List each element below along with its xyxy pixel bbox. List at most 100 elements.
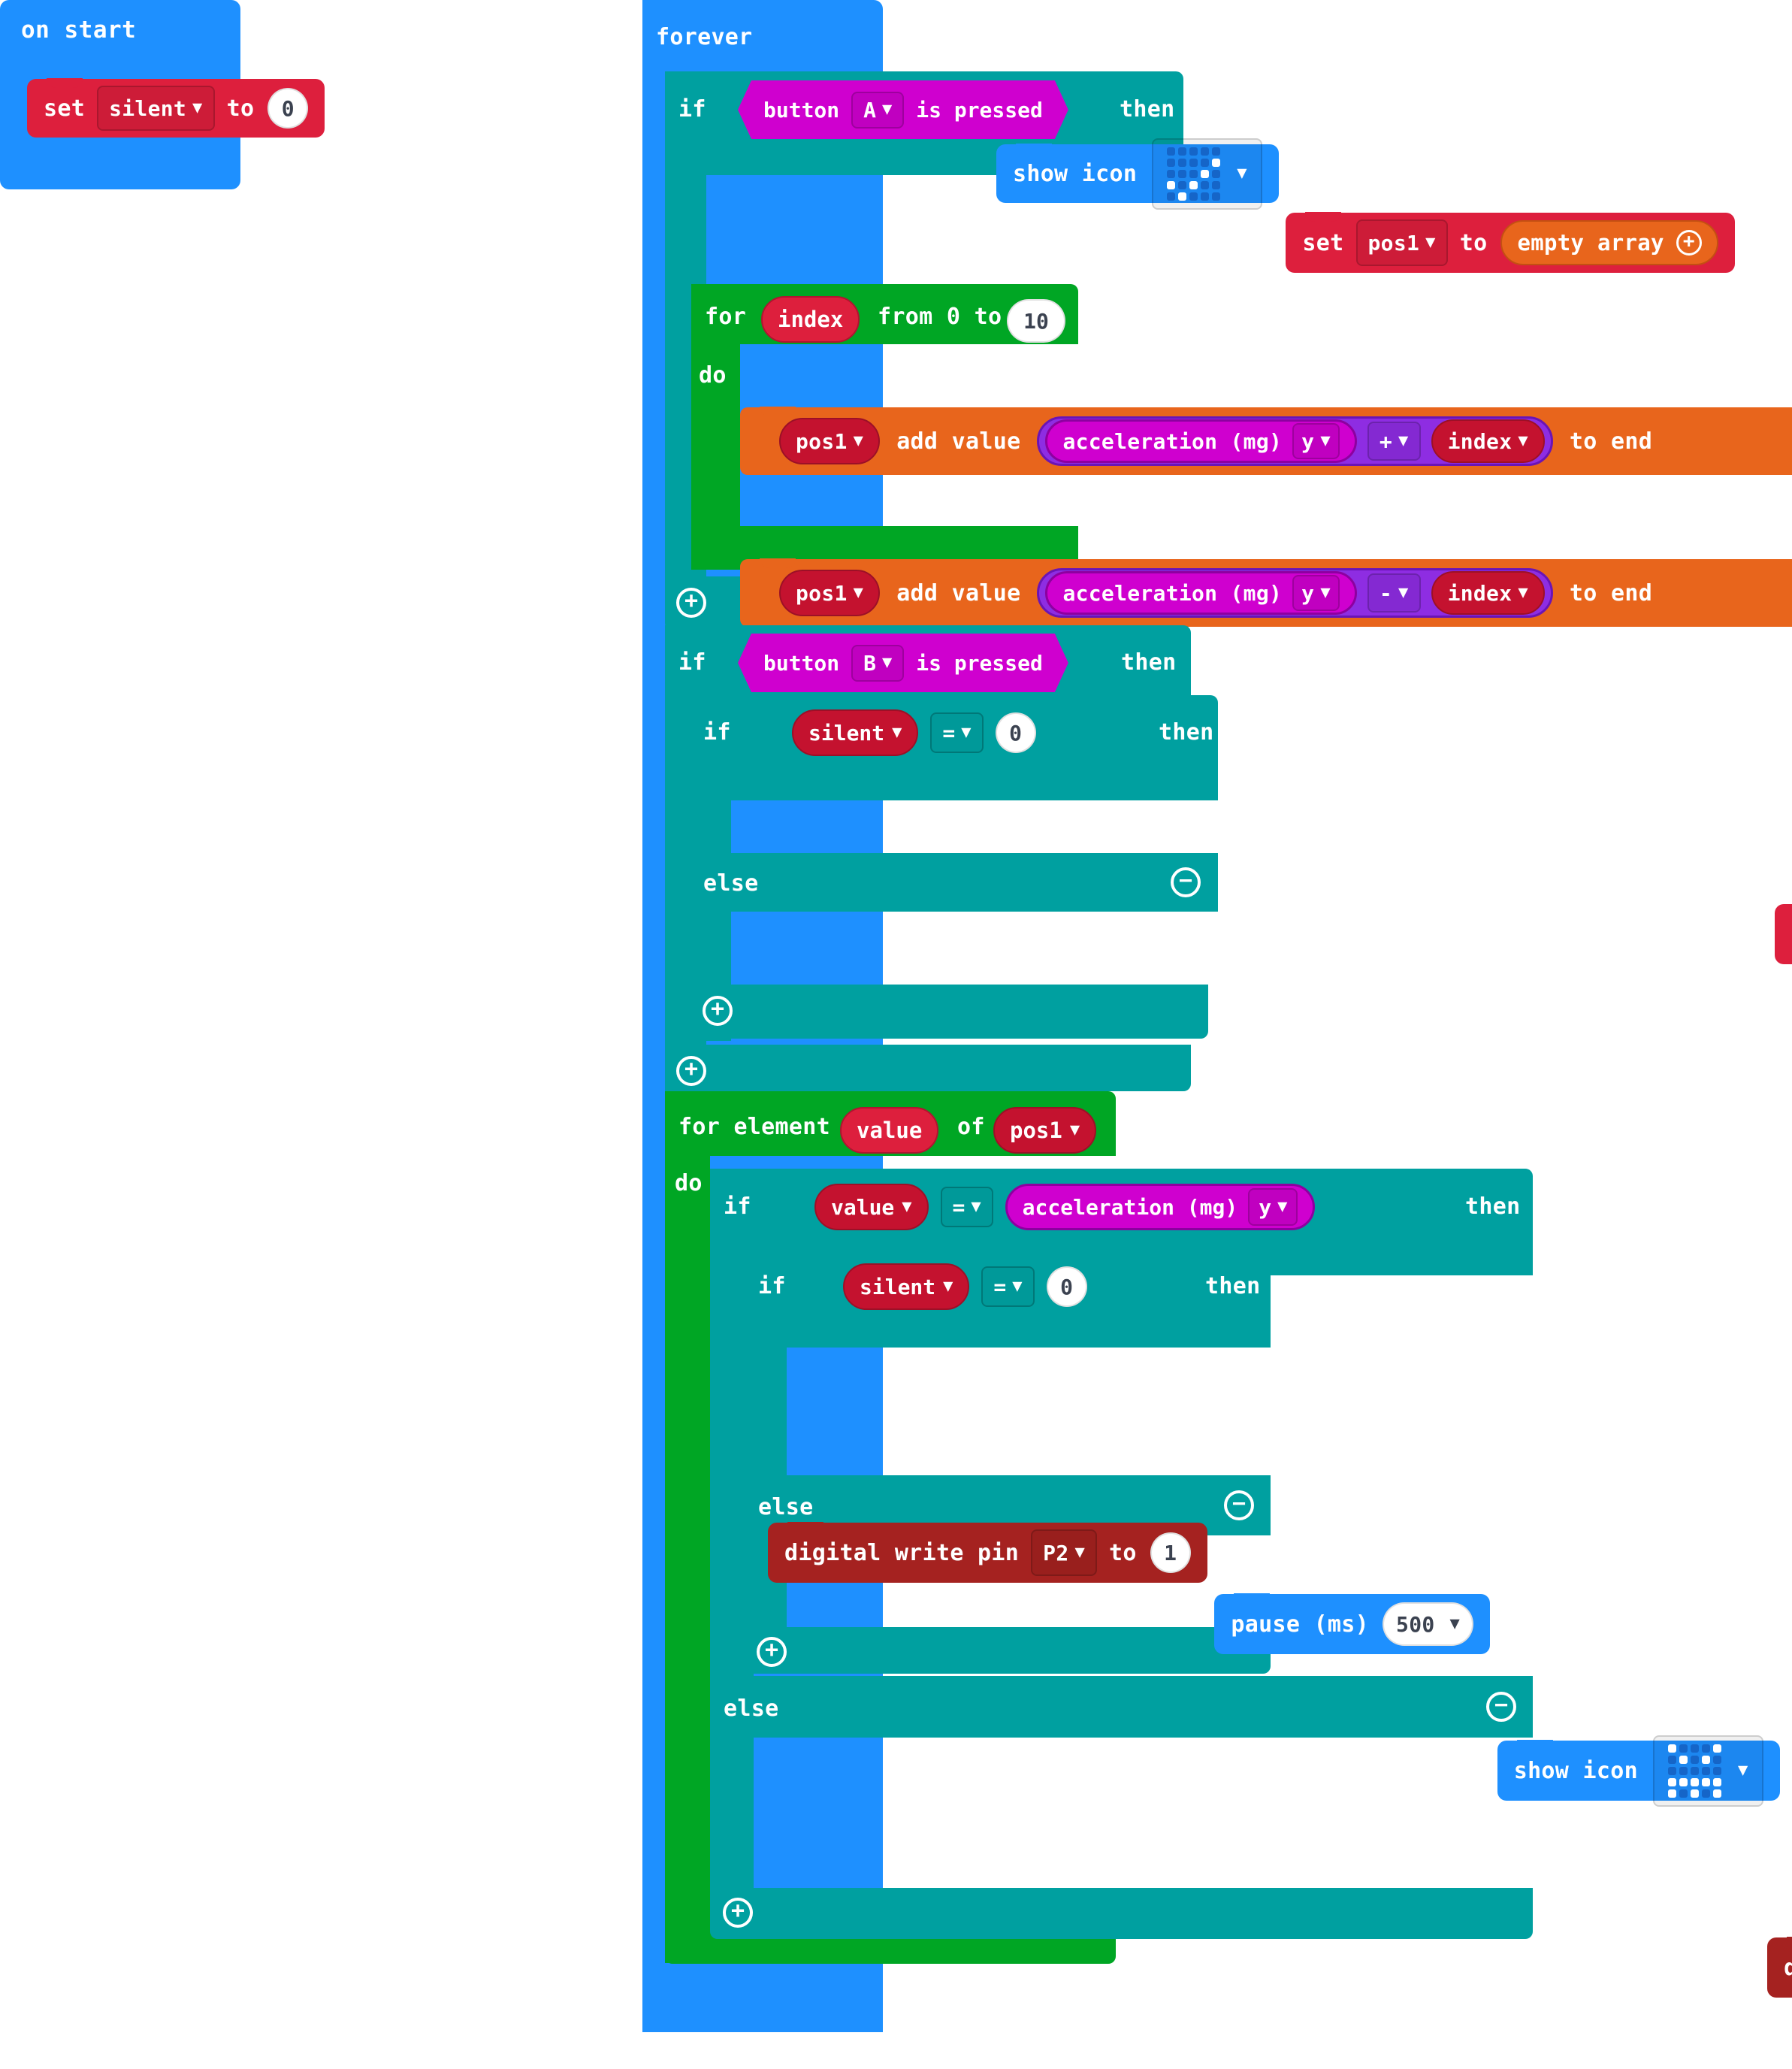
chevron-down-icon: ▼ — [853, 431, 864, 450]
button-letter: B — [863, 650, 877, 676]
comparison-operator-dropdown[interactable]: = ▼ — [930, 712, 983, 753]
if-button-a-add-mutator[interactable]: + — [676, 588, 706, 618]
silent-variable-reporter[interactable]: silent ▼ — [843, 1263, 969, 1310]
array-add-value-block-minus[interactable]: pos1 ▼ add value acceleration (mg) y ▼ -… — [740, 558, 1792, 627]
silent-variable-reporter[interactable]: silent ▼ — [792, 709, 918, 756]
array-name: pos1 — [796, 428, 848, 454]
show-icon-block-a[interactable]: show icon ▼ — [996, 138, 1279, 210]
silent-equals-zero-boolean[interactable]: silent ▼ = ▼ 0 — [766, 703, 1062, 763]
nested-if-remove-mutator[interactable]: − — [1224, 1490, 1254, 1520]
led-cell — [1212, 192, 1221, 201]
forever-label: forever — [656, 24, 753, 50]
operator-dropdown-plus[interactable]: + ▼ — [1367, 422, 1421, 461]
axis-dropdown-y[interactable]: y ▼ — [1292, 423, 1340, 459]
axis-dropdown-y[interactable]: y ▼ — [1292, 575, 1340, 611]
to-keyword: to — [1109, 1539, 1137, 1566]
for-index-to-input[interactable]: 10 — [1007, 299, 1065, 343]
variable-name: silent — [860, 1274, 936, 1299]
led-cell — [1701, 1755, 1710, 1764]
set-silent-to-one-block[interactable]: set silent ▼ to 1 — [1774, 904, 1792, 964]
pin-dropdown-p2[interactable]: P2 ▼ — [1031, 1529, 1098, 1576]
comparison-operator-dropdown[interactable]: = ▼ — [981, 1266, 1034, 1307]
outer-if-remove-mutator[interactable]: − — [1486, 1692, 1516, 1722]
button-dropdown-a[interactable]: A ▼ — [851, 92, 904, 129]
axis-dropdown-y[interactable]: y ▼ — [1248, 1188, 1298, 1226]
inner-if-then-keyword: then — [1159, 719, 1214, 746]
digital-write-label: digital write pin — [784, 1539, 1020, 1566]
element-variable-reporter[interactable]: value — [840, 1107, 939, 1154]
inner-if-bottom-bar[interactable] — [690, 985, 1208, 1039]
digital-write-pin-p2-zero-block[interactable]: digital write pin P2 ▼ to 0 — [1767, 1937, 1792, 1998]
digital-write-label: digital write pin — [1784, 1954, 1792, 1981]
comparison-value-input[interactable]: 0 — [1047, 1266, 1087, 1307]
outer-if-add-mutator[interactable]: + — [723, 1898, 753, 1928]
chevron-down-icon: ▼ — [1320, 583, 1331, 602]
if-button-a-then-keyword: then — [1120, 96, 1175, 123]
happy-face-icon[interactable]: ▼ — [1652, 1735, 1763, 1807]
index-variable-reporter[interactable]: index — [761, 296, 860, 343]
array-dropdown-pos1[interactable]: pos1 ▼ — [993, 1107, 1097, 1154]
array-dropdown-pos1[interactable]: pos1 ▼ — [779, 570, 881, 616]
led-cell — [1189, 192, 1198, 201]
chevron-down-icon: ▼ — [1277, 1197, 1288, 1216]
led-cell — [1701, 1766, 1710, 1775]
pause-block[interactable]: pause (ms) 500 ▼ — [1214, 1593, 1491, 1654]
led-cell — [1690, 1789, 1699, 1798]
if-button-a-if-keyword: if — [678, 96, 706, 123]
set-pos1-empty-array-block[interactable]: set pos1 ▼ to empty array + — [1286, 212, 1735, 273]
led-cell — [1178, 158, 1187, 167]
acceleration-label: acceleration (mg) — [1062, 428, 1283, 454]
empty-array-reporter[interactable]: empty array + — [1500, 220, 1718, 265]
array-dropdown-pos1[interactable]: pos1 ▼ — [779, 418, 881, 464]
chevron-down-icon: ▼ — [1449, 1614, 1461, 1633]
array-add-mutator[interactable]: + — [1676, 230, 1702, 256]
if-button-b-add-mutator[interactable]: + — [676, 1056, 706, 1086]
comparison-operator-dropdown[interactable]: = ▼ — [941, 1187, 993, 1227]
chevron-down-icon: ▼ — [1012, 1277, 1023, 1296]
variable-dropdown-pos1[interactable]: pos1 ▼ — [1355, 219, 1448, 266]
acceleration-y-reporter[interactable]: acceleration (mg) y ▼ — [1005, 1184, 1316, 1230]
outer-else-bar[interactable] — [710, 1676, 1533, 1738]
index-reporter[interactable]: index ▼ — [1431, 419, 1545, 463]
nested-if-bottom-bar[interactable] — [745, 1627, 1271, 1674]
for-element-keyword: for element — [678, 1114, 830, 1140]
math-subtract-expression[interactable]: acceleration (mg) y ▼ - ▼ index ▼ — [1037, 568, 1553, 618]
led-cell — [1679, 1755, 1688, 1764]
chevron-down-icon: ▼ — [1237, 164, 1247, 183]
to-end-label: to end — [1569, 428, 1653, 455]
from-keyword: from 0 to — [878, 304, 1002, 330]
pause-duration-input[interactable]: 500 ▼ — [1383, 1602, 1474, 1646]
operator-dropdown-minus[interactable]: - ▼ — [1367, 573, 1421, 613]
math-add-expression[interactable]: acceleration (mg) y ▼ + ▼ index ▼ — [1037, 416, 1553, 466]
show-icon-block-b[interactable]: show icon ▼ — [1497, 1735, 1780, 1807]
array-add-value-block-plus[interactable]: pos1 ▼ add value acceleration (mg) y ▼ +… — [740, 407, 1792, 475]
operator-symbol: - — [1379, 580, 1393, 606]
inner-if-remove-mutator[interactable]: − — [1171, 867, 1201, 897]
button-b-is-pressed-boolean[interactable]: button B ▼ is pressed — [738, 634, 1068, 692]
outer-if-bottom-bar[interactable] — [710, 1888, 1533, 1939]
inner-else-bar[interactable] — [690, 853, 1218, 912]
variable-name: pos1 — [1367, 230, 1420, 256]
on-start-set-silent-block[interactable]: set silent ▼ to 0 — [27, 78, 325, 138]
acceleration-y-reporter[interactable]: acceleration (mg) y ▼ — [1045, 571, 1357, 615]
nested-if-add-mutator[interactable]: + — [757, 1637, 787, 1667]
silent-equals-zero-boolean[interactable]: silent ▼ = ▼ 0 — [817, 1257, 1113, 1317]
value-equals-acceleration-boolean[interactable]: value ▼ = ▼ acceleration (mg) y ▼ — [789, 1176, 1340, 1238]
pin-value-input[interactable]: 1 — [1150, 1532, 1191, 1573]
comparison-value-input[interactable]: 0 — [996, 712, 1036, 753]
led-cell — [1167, 169, 1176, 178]
chevron-down-icon: ▼ — [853, 583, 864, 602]
if-button-b-bottom-bar[interactable] — [665, 1045, 1191, 1091]
acceleration-y-reporter[interactable]: acceleration (mg) y ▼ — [1045, 419, 1357, 463]
value-input-0[interactable]: 0 — [267, 88, 309, 129]
button-dropdown-b[interactable]: B ▼ — [851, 645, 904, 682]
inner-if-add-mutator[interactable]: + — [703, 996, 733, 1026]
variable-dropdown-silent[interactable]: silent ▼ — [97, 86, 215, 131]
value-variable-reporter[interactable]: value ▼ — [814, 1184, 929, 1230]
digital-write-pin-p2-one-block[interactable]: digital write pin P2 ▼ to 1 — [768, 1522, 1207, 1583]
small-diamond-icon[interactable]: ▼ — [1152, 138, 1262, 210]
chevron-down-icon: ▼ — [1425, 233, 1436, 252]
button-a-is-pressed-boolean[interactable]: button A ▼ is pressed — [738, 80, 1068, 139]
nested-if-then-keyword: then — [1205, 1273, 1261, 1299]
index-reporter[interactable]: index ▼ — [1431, 571, 1545, 615]
